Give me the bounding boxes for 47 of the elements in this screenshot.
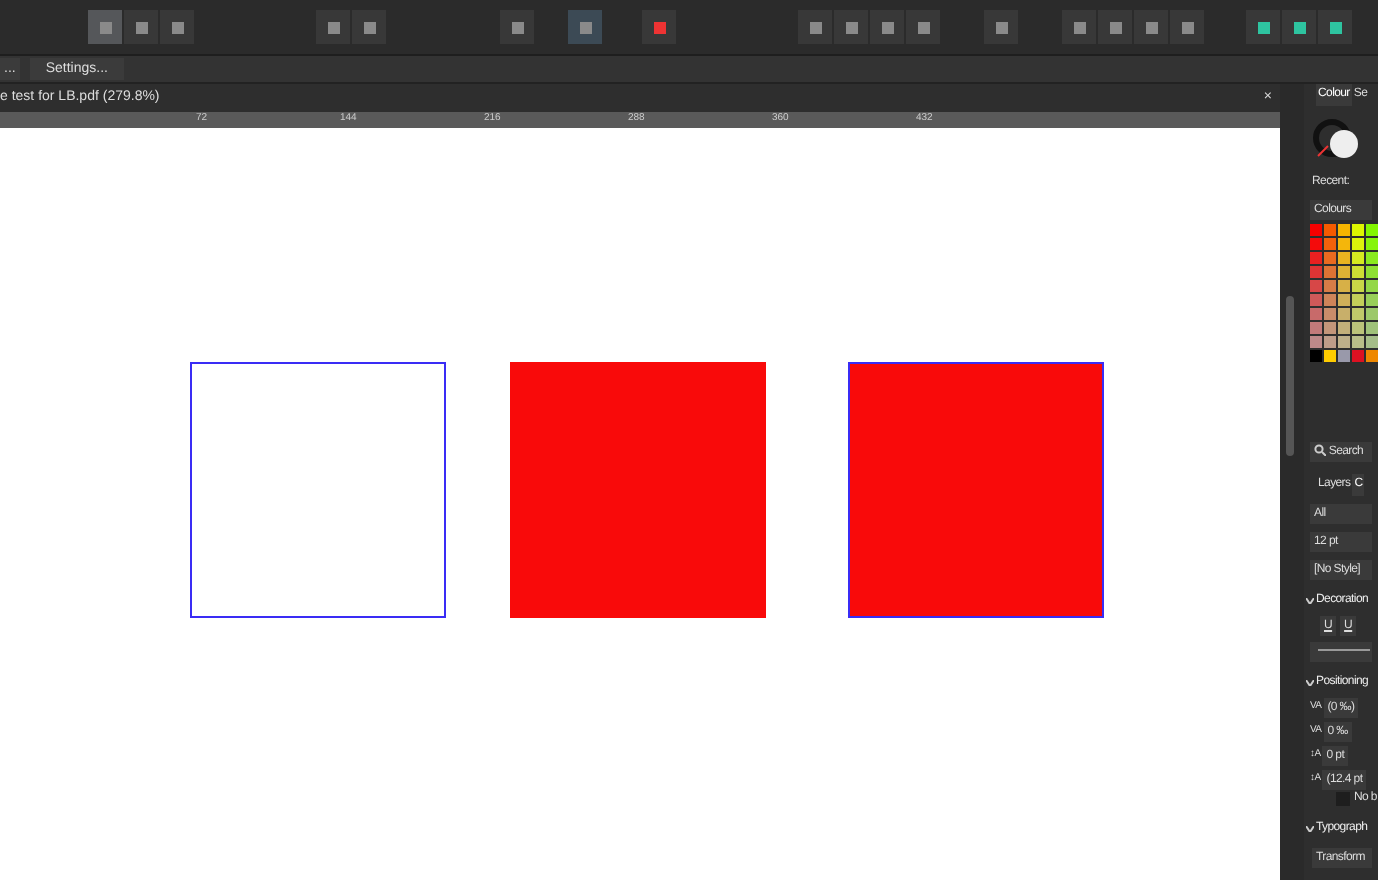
toolbar-button[interactable] <box>500 10 534 44</box>
toolbar-button[interactable] <box>1098 10 1132 44</box>
toolbar-button[interactable] <box>352 10 386 44</box>
search-icon <box>1314 444 1326 457</box>
toolbar-button[interactable] <box>124 10 158 44</box>
square-icon <box>879 19 895 35</box>
square-icon <box>1107 19 1123 35</box>
toolbar-button[interactable] <box>906 10 940 44</box>
toolbar-button[interactable] <box>568 10 602 44</box>
toolbar-button[interactable] <box>1246 10 1280 44</box>
toolbar-button[interactable] <box>984 10 1018 44</box>
checkbox[interactable] <box>1336 792 1350 806</box>
square-icon <box>361 19 377 35</box>
square-icon <box>1291 19 1307 35</box>
toolbar-button[interactable] <box>1170 10 1204 44</box>
colour-swatch-grid-drawing <box>1310 224 1372 362</box>
colour-wheel-icon[interactable] <box>1312 118 1364 162</box>
square-icon <box>325 19 341 35</box>
square-icon <box>1179 19 1195 35</box>
square-icon <box>509 19 525 35</box>
chevron-icon[interactable] <box>1306 826 1314 832</box>
square-icon <box>1327 19 1343 35</box>
chevron-icon[interactable] <box>1306 680 1314 686</box>
square-icon <box>1255 19 1271 35</box>
toolbar-button[interactable] <box>870 10 904 44</box>
square-icon <box>993 19 1009 35</box>
toolbar-button[interactable] <box>834 10 868 44</box>
toolbar-button[interactable] <box>160 10 194 44</box>
toolbar-button[interactable] <box>1134 10 1168 44</box>
square-icon <box>651 19 667 35</box>
toolbar-button[interactable] <box>316 10 350 44</box>
square-icon <box>807 19 823 35</box>
square-icon <box>577 19 593 35</box>
square-icon <box>133 19 149 35</box>
square-icon <box>97 19 113 35</box>
square-icon <box>1143 19 1159 35</box>
toolbar-button[interactable] <box>1318 10 1352 44</box>
toolbar-button[interactable] <box>642 10 676 44</box>
toolbar-button[interactable] <box>1062 10 1096 44</box>
square-icon <box>843 19 859 35</box>
toolbar-button[interactable] <box>798 10 832 44</box>
square-icon <box>915 19 931 35</box>
toolbar-button[interactable] <box>1282 10 1316 44</box>
chevron-icon[interactable] <box>1306 598 1314 604</box>
square-icon <box>169 19 185 35</box>
square-icon <box>1071 19 1087 35</box>
scrollbar-thumb[interactable] <box>1286 296 1294 456</box>
